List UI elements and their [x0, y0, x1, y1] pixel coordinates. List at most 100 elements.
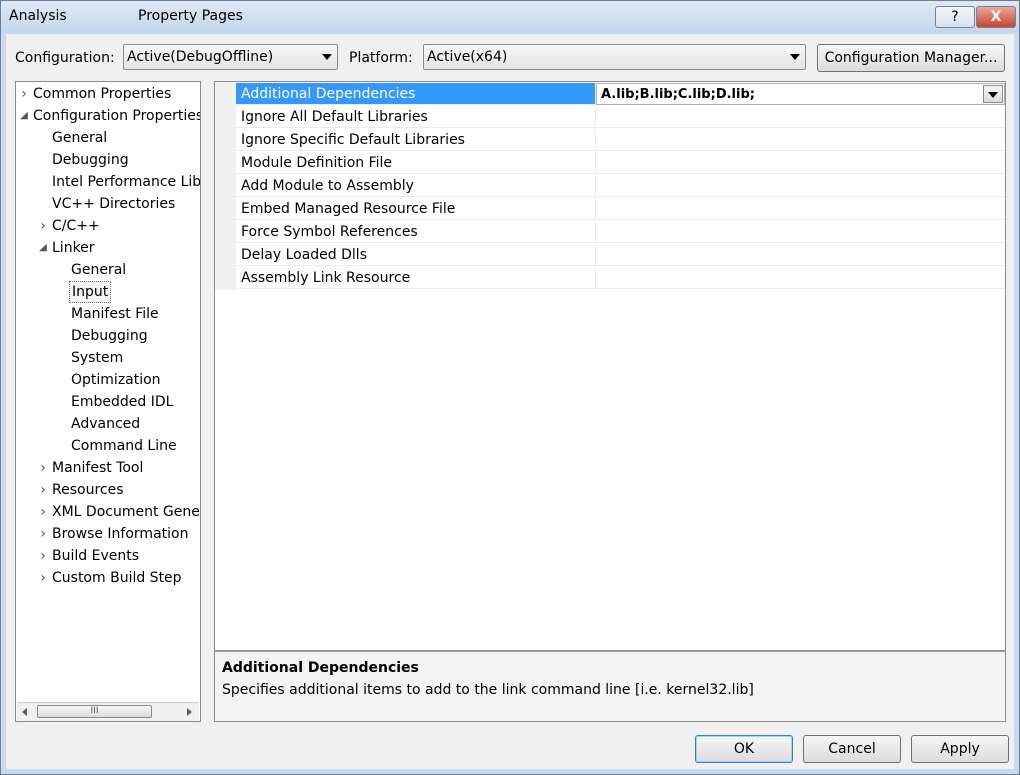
tree-item-label: Linker [52, 240, 95, 256]
tree-item[interactable]: › Common Properties [16, 83, 200, 105]
property-row[interactable]: Embed Managed Resource File [215, 198, 1005, 221]
chevron-down-icon [790, 54, 800, 60]
category-tree[interactable]: › Common Properties ◢ Configuration Propert… [15, 81, 201, 722]
tree-item-label: Configuration Properties [33, 108, 201, 124]
property-name[interactable]: Embed Managed Resource File [236, 198, 596, 220]
value-dropdown-button[interactable] [983, 85, 1003, 103]
property-value[interactable] [596, 221, 1005, 243]
property-value-input[interactable]: A.lib;B.lib;C.lib;D.lib; [596, 83, 1005, 105]
property-value[interactable] [596, 129, 1005, 151]
property-name[interactable]: Ignore All Default Libraries [236, 106, 596, 128]
help-button[interactable]: ? [935, 6, 975, 28]
chevron-down-icon [322, 54, 332, 60]
property-row[interactable]: Ignore All Default Libraries [215, 106, 1005, 129]
property-row[interactable]: Delay Loaded Dlls [215, 244, 1005, 267]
tree-item[interactable]: Debugging [16, 325, 200, 347]
collapsed-arrow-icon[interactable]: › [38, 479, 48, 501]
property-value[interactable] [596, 106, 1005, 128]
property-row[interactable]: Add Module to Assembly [215, 175, 1005, 198]
expanded-arrow-icon[interactable]: ◢ [19, 105, 29, 127]
tree-item[interactable]: Advanced [16, 413, 200, 435]
property-name[interactable]: Add Module to Assembly [236, 175, 596, 197]
tree-item[interactable]: General [16, 127, 200, 149]
cancel-button[interactable]: Cancel [803, 735, 901, 763]
tree-item[interactable]: Manifest File [16, 303, 200, 325]
row-gutter [215, 129, 236, 152]
tree-item-label: Build Events [52, 548, 139, 564]
property-value-text: A.lib;B.lib;C.lib;D.lib; [601, 87, 755, 102]
property-value[interactable] [596, 152, 1005, 174]
tree-item-label: Browse Information [52, 526, 189, 542]
description-text: Specifies additional items to add to the… [222, 682, 754, 698]
property-name[interactable]: Additional Dependencies [236, 83, 596, 105]
expanded-arrow-icon[interactable]: ◢ [38, 237, 48, 259]
property-name[interactable]: Force Symbol References [236, 221, 596, 243]
tree-item[interactable]: Optimization [16, 369, 200, 391]
tree-item[interactable]: › Custom Build Step [16, 567, 200, 589]
platform-dropdown[interactable]: Active(x64) [423, 44, 806, 70]
property-value[interactable] [596, 244, 1005, 266]
collapsed-arrow-icon[interactable]: › [38, 567, 48, 589]
property-row[interactable]: Force Symbol References [215, 221, 1005, 244]
tree-item[interactable]: Input [16, 281, 200, 303]
tree-item[interactable]: ◢ Linker [16, 237, 200, 259]
tree-item[interactable]: › Build Events [16, 545, 200, 567]
title-bar[interactable]: Analysis Property Pages ? X [1, 1, 1019, 33]
property-value[interactable] [596, 175, 1005, 197]
platform-value: Active(x64) [427, 49, 508, 65]
collapsed-arrow-icon[interactable]: › [38, 457, 48, 479]
tree-item-label: Command Line [71, 438, 177, 454]
property-grid[interactable]: Additional Dependencies A.lib;B.lib;C.lib… [214, 81, 1006, 651]
tree-item[interactable]: › Resources [16, 479, 200, 501]
tree-item-label: Input [69, 281, 112, 303]
property-name[interactable]: Ignore Specific Default Libraries [236, 129, 596, 151]
scroll-thumb[interactable]: III [37, 705, 152, 718]
collapsed-arrow-icon[interactable]: › [38, 523, 48, 545]
tree-item[interactable]: VC++ Directories [16, 193, 200, 215]
property-row[interactable]: Module Definition File [215, 152, 1005, 175]
tree-item[interactable]: Command Line [16, 435, 200, 457]
property-name[interactable]: Delay Loaded Dlls [236, 244, 596, 266]
app-name: Analysis [9, 8, 67, 24]
tree-item[interactable]: ◢ Configuration Properties [16, 105, 200, 127]
property-pages-window: Analysis Property Pages ? X Configuratio… [0, 0, 1020, 775]
scroll-right-icon[interactable] [187, 708, 192, 716]
description-panel: Additional Dependencies Specifies additi… [214, 651, 1006, 722]
apply-button[interactable]: Apply [911, 735, 1009, 763]
window-title: Property Pages [138, 8, 243, 24]
tree-item[interactable]: › Manifest Tool [16, 457, 200, 479]
tree-item[interactable]: ›XML Document Generator [16, 501, 200, 523]
configuration-dropdown[interactable]: Active(DebugOffline) [123, 44, 338, 70]
close-icon: X [990, 9, 1002, 25]
tree-item[interactable]: › Browse Information [16, 523, 200, 545]
collapsed-arrow-icon[interactable]: › [38, 545, 48, 567]
tree-item-label: General [52, 130, 108, 146]
configuration-manager-button[interactable]: Configuration Manager... [817, 44, 1005, 72]
tree-item-label: Debugging [52, 152, 129, 168]
tree-item[interactable]: Embedded IDL [16, 391, 200, 413]
collapsed-arrow-icon[interactable]: › [38, 215, 48, 237]
close-button[interactable]: X [976, 6, 1016, 28]
ok-button[interactable]: OK [695, 735, 793, 763]
property-row[interactable]: Additional Dependencies A.lib;B.lib;C.lib… [215, 83, 1005, 106]
tree-item[interactable]: General [16, 259, 200, 281]
property-name[interactable]: Assembly Link Resource [236, 267, 596, 289]
row-gutter [215, 221, 236, 244]
platform-label: Platform: [349, 50, 413, 66]
tree-item[interactable]: › C/C++ [16, 215, 200, 237]
tree-item[interactable]: Debugging [16, 149, 200, 171]
property-row[interactable]: Assembly Link Resource [215, 267, 1005, 290]
property-name[interactable]: Module Definition File [236, 152, 596, 174]
property-row[interactable]: Ignore Specific Default Libraries [215, 129, 1005, 152]
collapsed-arrow-icon[interactable]: › [19, 83, 29, 105]
scroll-left-icon[interactable] [22, 708, 27, 716]
property-value[interactable] [596, 267, 1005, 289]
configuration-value: Active(DebugOffline) [127, 49, 274, 65]
collapsed-arrow-icon[interactable]: › [38, 501, 48, 523]
tree-item[interactable]: Intel Performance Libraries [16, 171, 200, 193]
tree-item[interactable]: System [16, 347, 200, 369]
property-value[interactable] [596, 198, 1005, 220]
row-gutter [215, 175, 236, 198]
tree-horizontal-scrollbar[interactable]: III [17, 702, 199, 721]
row-gutter [215, 267, 236, 290]
